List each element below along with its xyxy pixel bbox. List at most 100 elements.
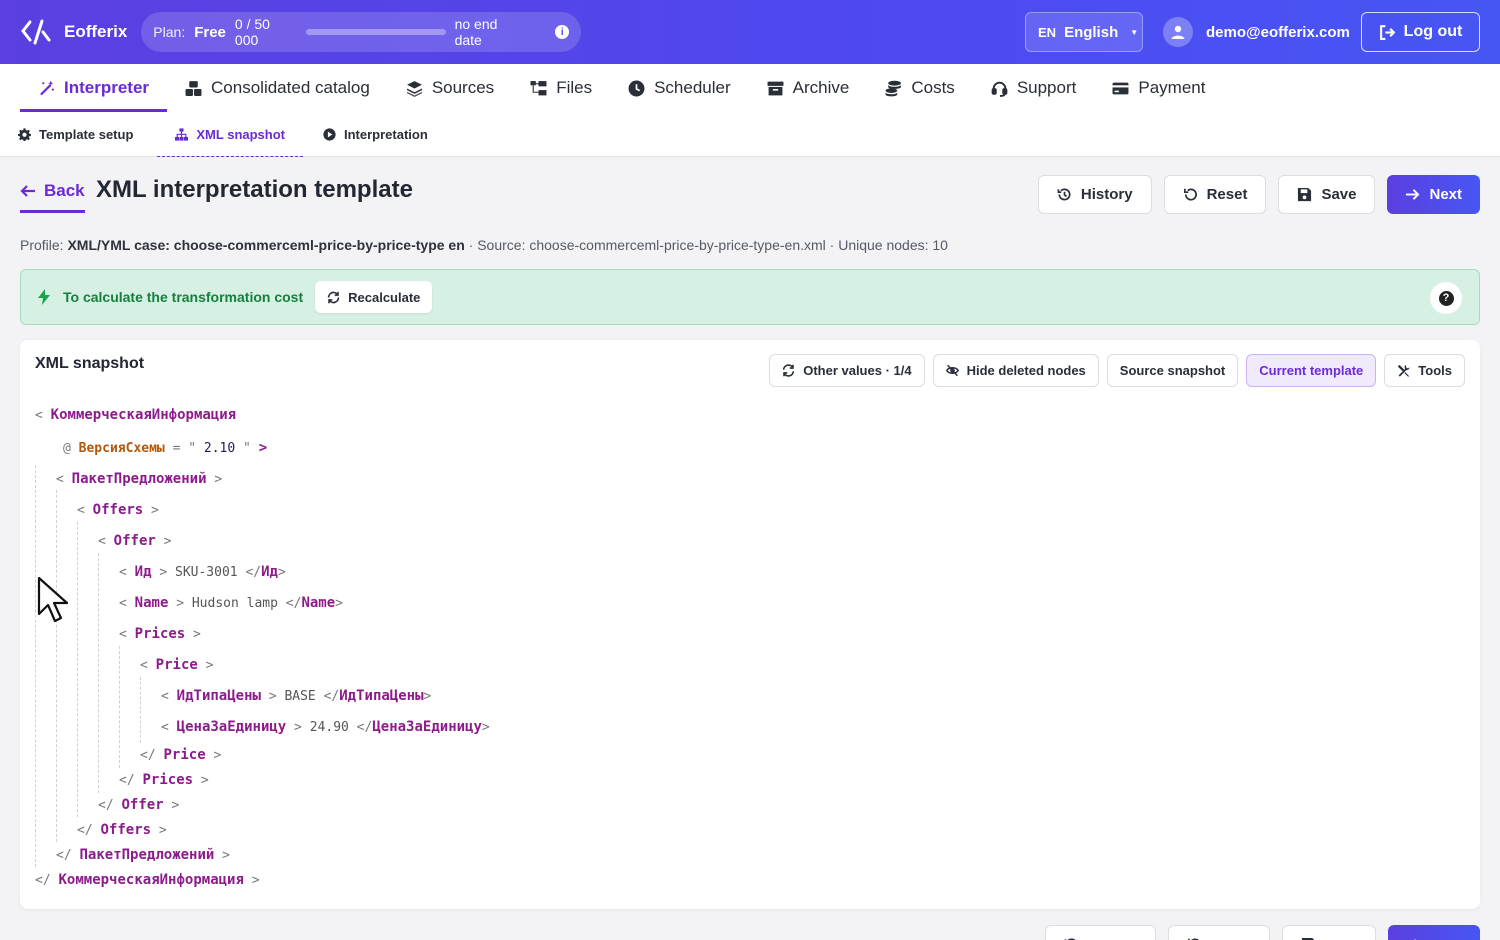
xml-node-open[interactable]: < Offers > [77,502,159,518]
tab-archive[interactable]: Archive [749,64,868,112]
plan-usage: 0 / 50 000 [234,16,270,48]
back-link[interactable]: Back [20,178,85,213]
sitemap-icon [175,128,189,141]
tab-consolidated-catalog[interactable]: Consolidated catalog [167,64,388,112]
xml-tag-name: ПакетПредложений [71,471,207,487]
history-icon [1057,188,1071,201]
plan-widget: Plan: Free 0 / 50 000 no end date i [141,12,582,52]
xml-snapshot-card: XML snapshot Other values · 1/4 Hide del… [20,340,1480,909]
tab-sources[interactable]: Sources [388,64,512,112]
xml-tag-name: КоммерческаяИнформация [50,407,237,423]
language-name: English [1064,23,1119,41]
profile-info: Profile: XML/YML case: choose-commerceml… [20,237,948,253]
recalculate-button[interactable]: Recalculate [315,281,433,313]
tab-payment[interactable]: Payment [1094,64,1223,112]
plan-label: Plan: [153,24,186,40]
tab-scheduler[interactable]: Scheduler [610,64,749,112]
user-avatar-icon [1163,17,1193,47]
save-button[interactable]: Save [1278,175,1376,214]
coins-icon [885,80,902,96]
tab-support-label: Support [1016,78,1077,97]
logout-icon [1379,24,1396,40]
xml-node-close: </ КоммерческаяИнформация > [35,872,260,888]
user-email: demo@eofferix.com [1206,23,1350,41]
tab-interpreter[interactable]: Interpreter [20,64,168,112]
xml-tag-name: Name [134,595,169,611]
tab-interpreter-label: Interpreter [64,78,150,97]
bolt-icon [38,289,50,305]
save-button-bottom[interactable] [1282,925,1376,940]
xml-leaf-node[interactable]: < ИдТипаЦены > BASE </ИдТипаЦены> [161,688,431,704]
recalculate-label: Recalculate [348,289,421,305]
user-menu[interactable]: demo@eofferix.com [1163,12,1350,52]
subtab-xml-snapshot[interactable]: XML snapshot [157,112,303,157]
play-circle-icon [323,128,336,141]
history-button[interactable]: History [1037,175,1152,214]
xml-attr-name: ВерсияСхемы [78,441,165,456]
xml-node-close: </ ПакетПредложений > [56,847,230,863]
indent-guide [77,522,78,817]
language-code: EN [1038,24,1057,40]
logout-label: Log out [1403,23,1463,40]
next-button-bottom[interactable] [1388,925,1480,940]
xml-node-close: </ Offer > [98,797,180,813]
xml-tag-name: Prices [134,626,186,642]
magic-wand-icon [40,80,54,95]
alert-text: To calculate the transformation cost [63,289,304,305]
language-selector[interactable]: EN English ▼ [1025,12,1143,52]
xml-node-open[interactable]: < Offer > [98,533,171,549]
reset-label: Reset [1206,186,1248,203]
xml-node-open[interactable]: < ПакетПредложений > [56,471,222,487]
layers-icon [406,80,422,97]
profile-value: XML/YML case: choose-commerceml-price-by… [67,237,465,253]
xml-tag-name: ИдТипаЦены [339,688,424,704]
cost-alert: To calculate the transformation cost Rec… [20,269,1480,325]
tab-payment-label: Payment [1138,78,1206,97]
xml-tag-name: ЦенаЗаЕдиницу [176,719,287,735]
app-name: Eofferix [64,22,128,41]
xml-text-value: SKU-3001 [175,565,238,580]
subtab-template-setup[interactable]: Template setup [18,112,155,157]
xml-tag-name: Prices [142,772,194,788]
xml-leaf-node[interactable]: < Ид > SKU-3001 </Ид> [119,564,286,580]
tab-files-label: Files [556,78,593,97]
xml-leaf-node[interactable]: < Name > Hudson lamp </Name> [119,595,343,611]
xml-tag-name: Offers [100,822,152,838]
xml-tree: < КоммерческаяИнформация @ ВерсияСхемы =… [20,340,1480,909]
indent-guide [98,553,99,793]
cubes-icon [185,80,202,96]
reset-button[interactable]: Reset [1163,175,1267,214]
tab-archive-label: Archive [792,78,850,97]
undo-icon [1183,188,1197,201]
indent-guide [119,646,120,768]
app-logo[interactable]: Eofferix [20,18,127,46]
info-icon[interactable]: i [555,25,570,39]
next-label: Next [1429,186,1462,203]
gear-icon [18,128,31,141]
subtab-template-setup-label: Template setup [39,127,134,142]
xml-node-open[interactable]: < Price > [140,657,213,673]
help-button[interactable]: ? [1430,282,1462,314]
tab-costs[interactable]: Costs [867,64,972,112]
xml-tag-name: Price [155,657,198,673]
xml-node-open[interactable]: < Prices > [119,626,201,642]
subtab-interpretation[interactable]: Interpretation [323,112,450,157]
xml-node-open[interactable]: < КоммерческаяИнформация [35,407,236,423]
page-actions-bottom [1045,925,1480,940]
xml-tag-name: ПакетПредложений [79,847,215,863]
logout-button[interactable]: Log out [1361,12,1480,52]
arrow-left-icon [20,185,35,197]
tab-support[interactable]: Support [973,64,1095,112]
page-title: XML interpretation template [96,176,413,203]
reset-button-bottom[interactable] [1168,925,1270,940]
next-button[interactable]: Next [1387,175,1480,214]
top-bar: Eofferix Plan: Free 0 / 50 000 no end da… [0,0,1500,64]
main-nav: Interpreter Consolidated catalog Sources… [0,64,1500,112]
indent-guide [56,490,57,842]
xml-leaf-node[interactable]: < ЦенаЗаЕдиницу > 24.90 </ЦенаЗаЕдиницу> [161,719,490,735]
history-button-bottom[interactable] [1045,925,1156,940]
tab-files[interactable]: Files [512,64,610,112]
tab-scheduler-label: Scheduler [654,78,731,97]
xml-attribute[interactable]: @ ВерсияСхемы = " 2.10 " > [63,440,267,456]
logo-icon [21,19,51,45]
